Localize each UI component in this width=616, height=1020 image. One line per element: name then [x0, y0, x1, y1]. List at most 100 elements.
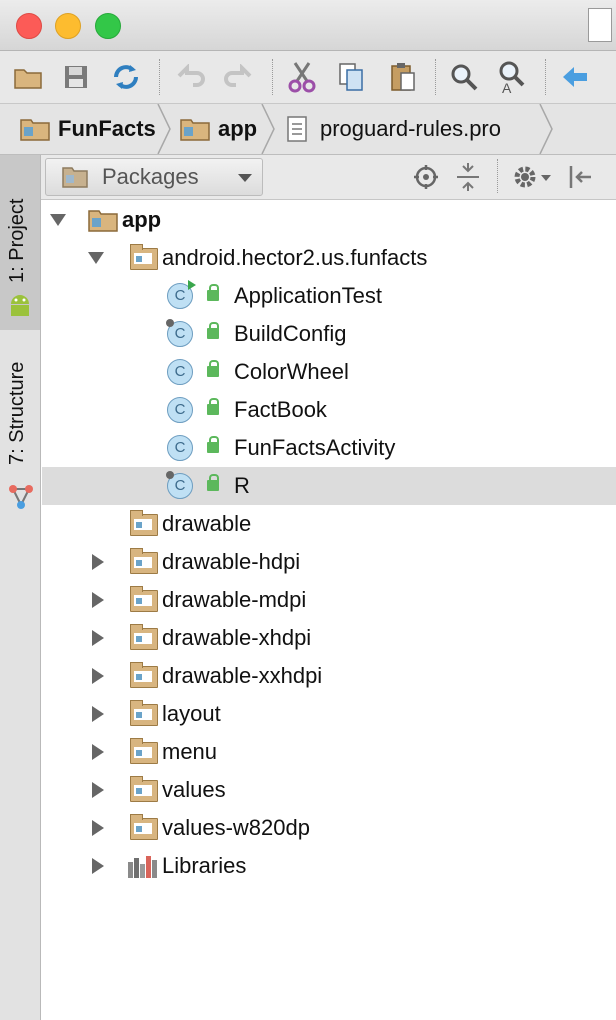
folder-icon [130, 738, 158, 764]
tree-node-folder[interactable]: drawable-mdpi [42, 581, 616, 619]
tree-node-app[interactable]: app [42, 201, 616, 239]
replace-icon: A [499, 61, 525, 94]
minimize-window-button[interactable] [55, 13, 81, 39]
structure-tab-label: 7: Structure [6, 361, 28, 465]
toolbar-separator [159, 59, 161, 95]
public-access-icon [207, 284, 219, 301]
view-mode-select[interactable]: Packages [45, 158, 263, 196]
tree-node-label: Libraries [162, 853, 247, 878]
expand-arrow-icon[interactable] [88, 252, 104, 264]
text-file-icon [287, 116, 307, 142]
folder-icon [130, 586, 158, 612]
collapse-arrow-icon[interactable] [92, 630, 104, 646]
collapse-arrow-icon[interactable] [92, 592, 104, 608]
tree-node-label: app [122, 207, 162, 232]
tree-node-folder[interactable]: drawable-hdpi [42, 543, 616, 581]
find-button[interactable] [446, 59, 482, 95]
folder-icon [130, 624, 158, 650]
collapse-arrow-icon[interactable] [92, 820, 104, 836]
tree-node-folder[interactable]: layout [42, 695, 616, 733]
tree-node-folder[interactable]: menu [42, 733, 616, 771]
scroll-from-source-button[interactable] [409, 159, 443, 195]
cut-button[interactable] [284, 59, 320, 95]
tree-node-class[interactable]: C ApplicationTest [42, 277, 616, 315]
tree-node-class[interactable]: C ColorWheel [42, 353, 616, 391]
folder-icon [130, 700, 158, 726]
breadcrumb-item-app[interactable]: app [180, 104, 257, 154]
collapse-arrow-icon[interactable] [92, 744, 104, 760]
tree-node-label: ColorWheel [234, 359, 349, 384]
tree-node-label: FactBook [234, 397, 327, 422]
public-access-icon [207, 360, 219, 377]
breadcrumb-chevron-icon [157, 104, 171, 154]
tree-node-label: drawable-xhdpi [162, 625, 312, 650]
tree-node-folder[interactable]: drawable-xhdpi [42, 619, 616, 657]
module-folder-icon [20, 119, 50, 141]
zoom-window-button[interactable] [95, 13, 121, 39]
module-folder-icon [88, 210, 118, 232]
toolbar-separator [272, 59, 274, 95]
paste-button[interactable] [385, 59, 421, 95]
replace-button[interactable]: A [494, 59, 530, 95]
tree-node-folder[interactable]: drawable-xxhdpi [42, 657, 616, 695]
tree-node-class[interactable]: C BuildConfig [42, 315, 616, 353]
structure-icon [9, 485, 33, 509]
breadcrumb-item-proguard-rules[interactable]: proguard-rules.pro [286, 104, 501, 154]
undo-icon [177, 64, 205, 87]
tree-node-folder[interactable]: values [42, 771, 616, 809]
collapse-arrow-icon[interactable] [92, 668, 104, 684]
save-button[interactable] [58, 59, 94, 95]
close-window-button[interactable] [16, 13, 42, 39]
folder-icon [130, 776, 158, 802]
redo-button[interactable] [221, 59, 257, 95]
sync-icon [114, 65, 138, 89]
undo-button[interactable] [172, 59, 208, 95]
project-tool-tab[interactable]: 1: Project [0, 155, 40, 330]
tree-node-label: menu [162, 739, 218, 764]
cut-icon [288, 62, 316, 93]
tree-node-class[interactable]: C FunFactsActivity [42, 429, 616, 467]
collapse-arrow-icon[interactable] [92, 858, 104, 874]
breadcrumb-label: proguard-rules.pro [320, 116, 501, 141]
tree-node-label: android.hector2.us.funfacts [162, 245, 428, 270]
sync-button[interactable] [108, 59, 144, 95]
folder-icon [130, 814, 158, 840]
read-only-pin-icon [166, 319, 174, 327]
copy-icon [339, 63, 363, 91]
settings-button[interactable] [511, 159, 553, 195]
structure-tool-tab[interactable]: 7: Structure [0, 335, 40, 520]
tree-node-label: R [234, 473, 250, 498]
public-access-icon [207, 474, 219, 491]
back-button[interactable] [557, 59, 593, 95]
open-button[interactable] [10, 59, 46, 95]
header-separator [497, 159, 499, 193]
collapse-arrow-icon[interactable] [92, 782, 104, 798]
folder-icon [130, 662, 158, 688]
tree-node-class[interactable]: C FactBook [42, 391, 616, 429]
tree-node-label: values-w820dp [162, 815, 310, 840]
public-access-icon [207, 398, 219, 415]
class-icon: C [167, 359, 193, 385]
project-panel-header: Packages [41, 155, 616, 200]
tool-window-strip: 1: Project 7: Structure [0, 155, 41, 1020]
collapse-arrow-icon[interactable] [92, 554, 104, 570]
tree-node-folder[interactable]: values-w820dp [42, 809, 616, 847]
public-access-icon [207, 436, 219, 453]
find-icon [451, 64, 478, 91]
hide-panel-button[interactable] [563, 159, 597, 195]
run-config-icon [188, 280, 196, 290]
toolbar-separator [545, 59, 547, 95]
tree-node-class-selected[interactable]: C R [42, 467, 616, 505]
collapse-all-button[interactable] [451, 159, 485, 195]
breadcrumb-item-funfacts[interactable]: FunFacts [20, 104, 156, 154]
tree-node-package[interactable]: android.hector2.us.funfacts [42, 239, 616, 277]
tree-node-label: layout [162, 701, 221, 726]
collapse-arrow-icon[interactable] [92, 706, 104, 722]
expand-arrow-icon[interactable] [50, 214, 66, 226]
tree-node-label: ApplicationTest [234, 283, 382, 308]
copy-button[interactable] [333, 59, 369, 95]
collapse-all-icon [457, 163, 479, 191]
tree-node-folder[interactable]: drawable [42, 505, 616, 543]
tree-node-libraries[interactable]: Libraries [42, 847, 616, 885]
tree-node-label: drawable-xxhdpi [162, 663, 323, 688]
